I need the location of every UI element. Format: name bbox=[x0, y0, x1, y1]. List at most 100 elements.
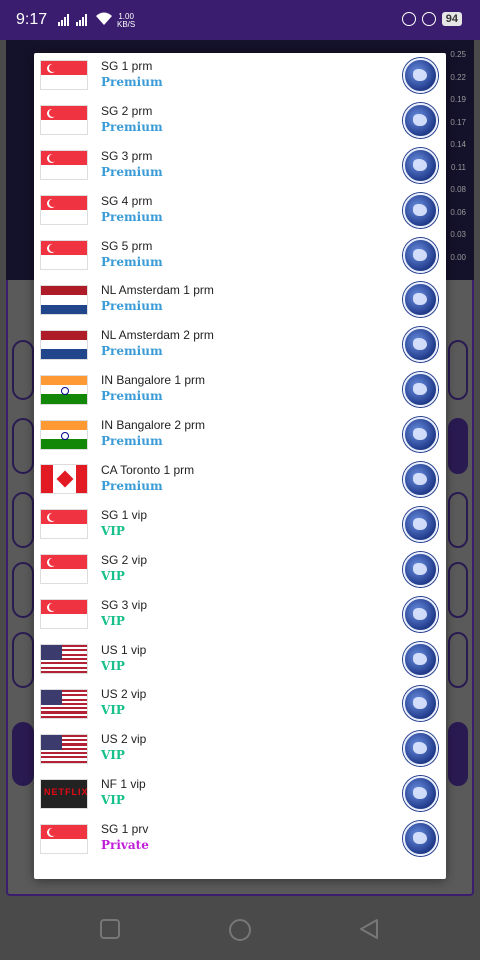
server-row[interactable]: US 2 vip VIP bbox=[34, 681, 446, 726]
server-row[interactable]: SG 1 vip VIP bbox=[34, 502, 446, 547]
server-row[interactable]: SG 3 prm Premium bbox=[34, 143, 446, 188]
server-tier-label: VIP bbox=[101, 748, 125, 763]
server-row[interactable]: NL Amsterdam 2 prm Premium bbox=[34, 322, 446, 367]
background-card bbox=[448, 562, 468, 618]
server-text: CA Toronto 1 prm Premium bbox=[101, 462, 194, 494]
server-row[interactable]: IN Bangalore 2 prm Premium bbox=[34, 412, 446, 457]
background-card bbox=[12, 492, 34, 548]
signal-icon bbox=[58, 14, 69, 26]
network-speed-unit: KB/S bbox=[117, 20, 136, 29]
server-globe-icon bbox=[403, 686, 438, 722]
server-name: SG 3 prm bbox=[101, 148, 153, 163]
server-row[interactable]: CA Toronto 1 prm Premium bbox=[34, 457, 446, 502]
server-row[interactable]: IN Bangalore 1 prm Premium bbox=[34, 367, 446, 412]
server-tier-label: Premium bbox=[101, 434, 163, 449]
server-row[interactable]: US 1 vip VIP bbox=[34, 637, 446, 682]
background-card bbox=[448, 492, 468, 548]
server-globe-icon bbox=[403, 417, 438, 453]
server-globe-icon bbox=[403, 506, 438, 542]
background-card bbox=[448, 632, 468, 688]
server-globe-icon bbox=[403, 731, 438, 767]
server-row[interactable]: NETFLIX NF 1 vip VIP bbox=[34, 771, 446, 816]
server-tier-label: Premium bbox=[101, 479, 163, 494]
server-tier-label: VIP bbox=[101, 793, 125, 808]
back-icon[interactable] bbox=[358, 918, 380, 940]
server-text: NL Amsterdam 1 prm Premium bbox=[101, 282, 214, 314]
server-name: CA Toronto 1 prm bbox=[101, 463, 195, 478]
server-name: IN Bangalore 2 prm bbox=[101, 418, 206, 433]
background-button bbox=[448, 418, 468, 474]
server-name: SG 4 prm bbox=[101, 193, 153, 208]
server-text: IN Bangalore 1 prm Premium bbox=[101, 372, 205, 404]
server-list[interactable]: SG 1 prm Premium SG 2 prm Premium SG 3 prm Pr… bbox=[34, 53, 446, 861]
flag-nf-icon: NETFLIX bbox=[40, 778, 88, 809]
server-tier-label: Premium bbox=[101, 344, 163, 359]
status-bar: 9:17 1.00 KB/S 94 bbox=[0, 0, 480, 40]
home-icon[interactable] bbox=[228, 918, 252, 942]
server-tier-label: Premium bbox=[101, 119, 163, 134]
server-text: SG 3 vip VIP bbox=[101, 597, 147, 629]
chart-tick-label: 0.11 bbox=[451, 162, 466, 172]
server-text: SG 1 prm Premium bbox=[101, 58, 163, 90]
server-row[interactable]: US 2 vip VIP bbox=[34, 726, 446, 771]
chart-tick-label: 0.14 bbox=[450, 140, 466, 149]
server-name: SG 1 prv bbox=[101, 822, 149, 837]
background-card bbox=[12, 340, 34, 400]
server-text: SG 5 prm Premium bbox=[101, 238, 163, 270]
server-tier-label: VIP bbox=[101, 523, 125, 538]
lock-icon bbox=[401, 12, 416, 26]
server-globe-icon bbox=[403, 461, 438, 497]
clock: 9:17 bbox=[16, 11, 48, 28]
server-globe-icon bbox=[403, 596, 438, 632]
server-row[interactable]: SG 5 prm Premium bbox=[34, 233, 446, 278]
server-text: SG 2 vip VIP bbox=[101, 552, 147, 584]
flag-sg-icon bbox=[40, 105, 88, 136]
server-name: NL Amsterdam 1 prm bbox=[101, 283, 214, 298]
server-name: IN Bangalore 1 prm bbox=[101, 373, 206, 388]
server-globe-icon bbox=[403, 147, 438, 183]
server-row[interactable]: SG 1 prm Premium bbox=[34, 53, 446, 98]
recent-apps-icon[interactable] bbox=[99, 918, 121, 940]
server-tier-label: Premium bbox=[101, 164, 163, 179]
chart-tick-label: 0.22 bbox=[450, 72, 466, 82]
server-name: SG 5 prm bbox=[101, 238, 153, 253]
server-name: US 1 vip bbox=[101, 642, 147, 657]
flag-us-icon bbox=[40, 688, 88, 719]
background-card bbox=[12, 418, 34, 474]
server-text: SG 1 vip VIP bbox=[101, 507, 147, 539]
signal-icon bbox=[76, 14, 87, 26]
server-row[interactable]: SG 1 prv Private bbox=[34, 816, 446, 861]
server-globe-icon bbox=[403, 821, 438, 857]
server-globe-icon bbox=[403, 102, 438, 138]
flag-sg-icon bbox=[40, 195, 88, 226]
server-row[interactable]: SG 4 prm Premium bbox=[34, 188, 446, 233]
server-name: NL Amsterdam 2 prm bbox=[101, 328, 214, 343]
background-card bbox=[448, 340, 468, 400]
server-globe-icon bbox=[403, 327, 438, 363]
background-button bbox=[448, 722, 468, 786]
server-name: SG 2 prm bbox=[101, 103, 153, 118]
server-globe-icon bbox=[403, 282, 438, 318]
server-row[interactable]: SG 3 vip VIP bbox=[34, 592, 446, 637]
server-tier-label: VIP bbox=[101, 568, 125, 583]
server-text: IN Bangalore 2 prm Premium bbox=[101, 417, 205, 449]
chart-tick-label: 0.08 bbox=[450, 185, 466, 194]
server-text: US 2 vip VIP bbox=[101, 686, 146, 718]
server-row[interactable]: SG 2 prm Premium bbox=[34, 98, 446, 143]
server-row[interactable]: SG 2 vip VIP bbox=[34, 547, 446, 592]
server-globe-icon bbox=[403, 641, 438, 677]
server-name: SG 1 vip bbox=[101, 507, 148, 522]
flag-sg-icon bbox=[40, 240, 88, 270]
battery-indicator: 94 bbox=[441, 12, 462, 26]
server-globe-icon bbox=[403, 551, 438, 587]
wifi-icon bbox=[96, 12, 112, 25]
server-tier-label: Premium bbox=[101, 209, 163, 224]
server-text: NF 1 vip VIP bbox=[101, 776, 146, 808]
network-speed: 1.00 KB/S bbox=[117, 13, 135, 29]
server-row[interactable]: NL Amsterdam 1 prm Premium bbox=[34, 277, 446, 322]
server-tier-label: VIP bbox=[101, 658, 125, 673]
navigation-bar bbox=[0, 900, 480, 960]
server-tier-label: Premium bbox=[101, 299, 163, 314]
server-text: SG 2 prm Premium bbox=[101, 103, 163, 135]
chart-tick-label: 0.03 bbox=[450, 230, 466, 239]
